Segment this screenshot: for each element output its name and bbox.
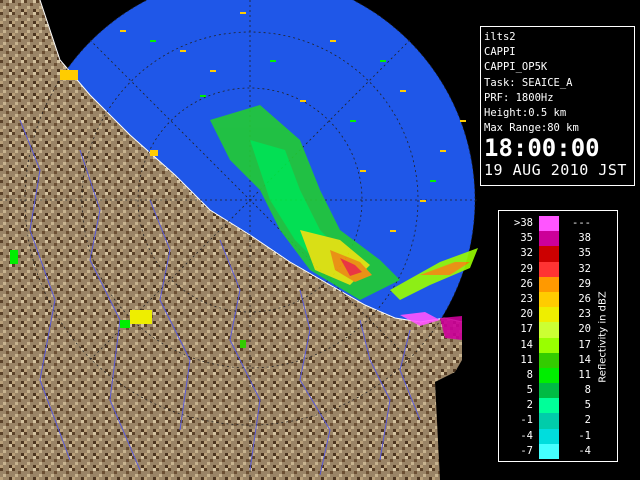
- legend-color-swatch: [539, 246, 559, 262]
- legend-color-swatch: [539, 261, 559, 277]
- legend-row: >38 ---: [499, 216, 599, 232]
- legend-high-value: 26: [578, 292, 591, 305]
- legend-row: 17 20: [499, 322, 599, 338]
- legend-color-swatch: [539, 291, 559, 308]
- legend-color-swatch: [539, 383, 559, 399]
- legend-color-swatch: [539, 398, 559, 414]
- legend-color-swatch: [539, 276, 559, 292]
- reflectivity-legend: >38 --- 35 38 32 35 29 32 26 29 23 26 20 23 17 20 14 17 11…: [498, 210, 618, 462]
- legend-high-value: 5: [584, 399, 591, 412]
- legend-color-swatch: [539, 216, 559, 232]
- legend-color-swatch: [539, 352, 559, 368]
- legend-high-value: 38: [578, 232, 591, 245]
- legend-high-value: 2: [584, 414, 591, 427]
- legend-row: 8 11: [499, 367, 599, 384]
- legend-row: 29 32: [499, 261, 599, 277]
- legend-high-value: 35: [578, 247, 591, 260]
- legend-row: 11 14: [499, 352, 599, 368]
- height-label: Height:0.5 km: [484, 107, 567, 120]
- station-name: ilts2: [484, 31, 516, 43]
- legend-color-swatch: [539, 337, 559, 353]
- legend-low-value: 2: [526, 399, 533, 412]
- legend-high-value: 11: [578, 368, 591, 381]
- legend-low-value: 29: [520, 262, 533, 275]
- legend-low-value: 35: [520, 232, 533, 245]
- legend-low-value: >38: [514, 217, 533, 229]
- legend-high-value: 17: [578, 338, 591, 351]
- legend-high-value: 20: [578, 323, 591, 336]
- legend-low-value: -7: [520, 444, 533, 457]
- info-panel: ilts2 CAPPI CAPPI_OP5K Task: SEAICE_A PR…: [480, 26, 635, 186]
- prf-label: PRF: 1800Hz: [484, 91, 554, 104]
- legend-row: 14 17: [499, 337, 599, 353]
- legend-color-swatch: [539, 307, 559, 323]
- observation-date: 19 AUG 2010 JST: [484, 161, 627, 180]
- task-label: Task: SEAICE_A: [484, 76, 573, 89]
- legend-row: 26 29: [499, 276, 599, 292]
- legend-high-value: ---: [572, 217, 591, 229]
- legend-row: 20 23: [499, 307, 599, 323]
- legend-low-value: 8: [526, 368, 533, 381]
- legend-row: -4 -1: [499, 428, 599, 444]
- legend-low-value: 5: [526, 384, 533, 397]
- legend-color-swatch: [539, 231, 559, 247]
- legend-color-swatch: [539, 413, 559, 429]
- legend-high-value: 8: [584, 384, 591, 397]
- legend-row: 23 26: [499, 291, 599, 308]
- observation-time: 18:00:00: [484, 134, 600, 163]
- product-code: CAPPI_OP5K: [484, 61, 548, 74]
- legend-color-swatch: [539, 322, 559, 338]
- legend-title: Reflectivity in dBZ: [597, 291, 609, 383]
- product-type: CAPPI: [484, 46, 516, 59]
- legend-color-swatch: [539, 367, 559, 384]
- legend-low-value: 14: [520, 338, 533, 351]
- legend-high-value: 23: [578, 308, 591, 321]
- legend-row: 58: [499, 383, 599, 399]
- legend-row: -7 -4: [499, 443, 599, 459]
- legend-low-value: -4: [520, 429, 533, 442]
- legend-low-value: 11: [520, 353, 533, 366]
- legend-row: 35 38: [499, 231, 599, 247]
- legend-low-value: 23: [520, 292, 533, 305]
- legend-low-value: -1: [520, 414, 533, 427]
- legend-high-value: 32: [578, 262, 591, 275]
- legend-high-value: 29: [578, 277, 591, 290]
- legend-row: 32 35: [499, 246, 599, 262]
- legend-rows: >38 --- 35 38 32 35 29 32 26 29 23 26 20 23 17 20 14 17 11…: [499, 216, 599, 459]
- legend-low-value: 32: [520, 247, 533, 260]
- legend-low-value: 17: [520, 323, 533, 336]
- legend-color-swatch: [539, 428, 559, 444]
- legend-high-value: -1: [578, 429, 591, 442]
- legend-low-value: 26: [520, 277, 533, 290]
- legend-row: -1 2: [499, 413, 599, 429]
- legend-high-value: -4: [578, 444, 591, 457]
- legend-color-swatch: [539, 443, 559, 459]
- legend-row: 25: [499, 398, 599, 414]
- legend-high-value: 14: [578, 353, 591, 366]
- legend-low-value: 20: [520, 308, 533, 321]
